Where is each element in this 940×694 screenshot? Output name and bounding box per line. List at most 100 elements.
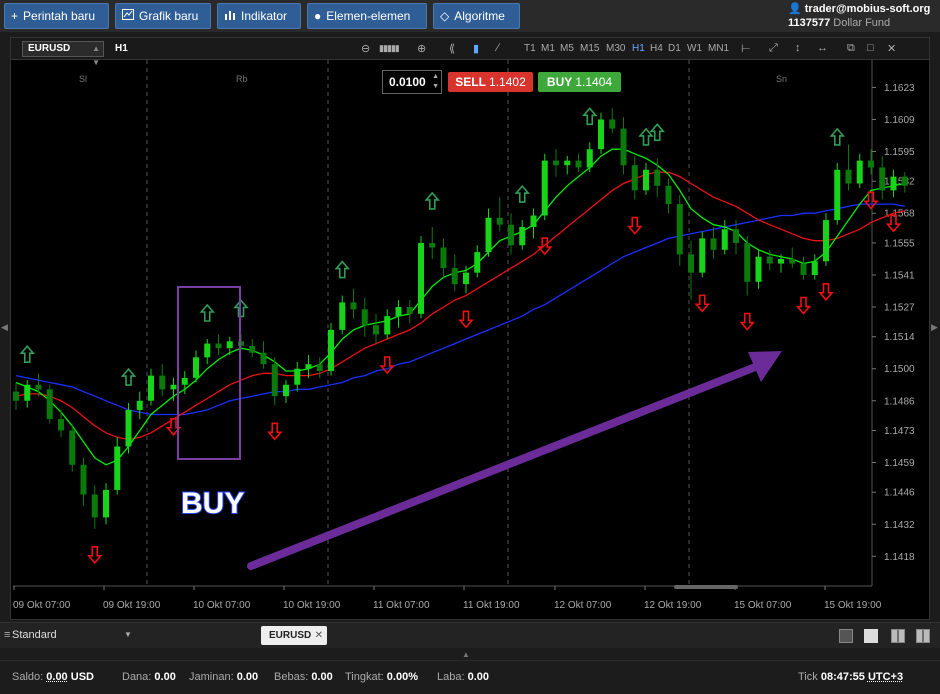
y-tick-label: 1.1432: [884, 520, 915, 531]
chart-toolbar: EURUSD ▲ ▼ H1 ⊖ ▮▮▮▮▮ ⊕ ⟪ ▮ ∕ T1 M1 M5 M15 M3…: [11, 38, 929, 67]
close-icon[interactable]: ✕: [887, 42, 896, 55]
y-tick-label: 1.1582: [884, 177, 915, 188]
buy-button[interactable]: BUY 1.1404: [538, 72, 621, 92]
layout-columns-icon[interactable]: [891, 629, 905, 643]
timeframe-d1[interactable]: D1: [668, 43, 681, 54]
account-info[interactable]: 👤 trader@mobius-soft.org 1137577 Dollar …: [788, 2, 934, 29]
buy-annotation-text: BUY: [181, 487, 244, 520]
candle-body: [890, 176, 897, 191]
timeframe-t1[interactable]: T1: [524, 43, 536, 54]
timeframe-m15[interactable]: M15: [580, 43, 599, 54]
layout-grid-icon[interactable]: [864, 629, 878, 643]
x-tick-label: 11 Okt 07:00: [373, 600, 430, 611]
symbol-value: EURUSD: [28, 43, 71, 54]
panel-collapse-icon[interactable]: ▲: [462, 650, 476, 659]
sell-button[interactable]: SELL 1.1402: [448, 72, 533, 92]
new-order-label: Perintah baru: [23, 9, 96, 23]
detach-icon[interactable]: ⧉: [847, 42, 855, 55]
candle-body: [665, 185, 672, 205]
candle-body: [879, 167, 886, 191]
x-tick-label: 10 Okt 07:00: [193, 600, 251, 611]
timeframe-w1[interactable]: W1: [687, 43, 702, 54]
candle-body: [429, 242, 436, 248]
candle-body: [271, 364, 278, 397]
day-label: Sn: [776, 74, 787, 84]
candle-body: [463, 272, 469, 285]
elements-label: Elemen-elemen: [326, 9, 411, 23]
elements-button[interactable]: ● Elemen-elemen: [307, 3, 427, 29]
horizontal-resize-icon[interactable]: ↔: [817, 42, 828, 54]
bar-type-icon[interactable]: ⟪: [449, 42, 455, 55]
candle-body: [530, 215, 537, 227]
candle-body: [744, 242, 751, 282]
zoom-out-icon[interactable]: ⊖: [361, 42, 370, 55]
menu-icon[interactable]: ≡: [4, 629, 10, 641]
timeframe-h1[interactable]: H1: [632, 43, 645, 54]
line-type-icon[interactable]: ∕: [497, 42, 499, 54]
buy-signal-arrow: [334, 260, 350, 279]
y-tick-label: 1.1514: [884, 332, 915, 343]
algorithm-button[interactable]: ◇ Algoritme: [433, 3, 520, 29]
vline-tool-icon[interactable]: ↕: [795, 42, 801, 54]
y-tick-label: 1.1568: [884, 209, 915, 220]
timeframe-h4[interactable]: H4: [650, 43, 663, 54]
candle-body: [519, 226, 526, 246]
tingkat-value: 0.00%: [386, 671, 418, 683]
zoom-slider-icon[interactable]: ▮▮▮▮▮: [379, 43, 400, 54]
user-icon: 👤: [788, 3, 802, 15]
buy-label: BUY: [546, 75, 573, 89]
indicator-button[interactable]: Indikator: [217, 3, 301, 29]
tab-close-icon[interactable]: ✕: [315, 626, 323, 645]
saldo-currency: USD: [70, 671, 94, 683]
x-tick-label: 09 Okt 19:00: [103, 600, 161, 611]
candle-body: [901, 176, 908, 186]
buy-signal-arrow: [120, 367, 137, 386]
diamond-icon: ◇: [440, 9, 450, 23]
hline-tool-icon[interactable]: ⊢: [741, 42, 751, 55]
chevron-down-icon[interactable]: ▼: [124, 630, 132, 639]
layout-single-icon[interactable]: [839, 629, 853, 643]
candle-body: [721, 229, 728, 250]
candle-body: [856, 160, 863, 184]
chart-scrollbar-thumb[interactable]: [674, 585, 738, 589]
candle-body: [811, 261, 818, 275]
layout-rows-icon[interactable]: [916, 629, 930, 643]
zoom-in-icon[interactable]: ⊕: [417, 42, 426, 55]
buy-signal-arrow: [199, 303, 215, 322]
candle-type-icon[interactable]: ▮: [473, 42, 479, 55]
x-tick-label: 09 Okt 07:00: [13, 600, 71, 611]
symbol-selector[interactable]: EURUSD ▲ ▼: [22, 41, 104, 67]
buy-signal-arrow: [582, 107, 598, 126]
chart-window: Sl Rb Sn 1.1623 1.1609 1.1595 1.1582 1.1568 1.15…: [10, 37, 930, 620]
timeframe-m30[interactable]: M30: [606, 43, 625, 54]
timeframe-mn1[interactable]: MN1: [708, 43, 729, 54]
sell-signal-arrow: [739, 312, 755, 331]
buy-signal-arrow: [649, 123, 665, 142]
maximize-icon[interactable]: □: [867, 42, 874, 54]
candle-body: [328, 329, 334, 372]
candle-body: [373, 325, 379, 335]
chart-tab-eurusd[interactable]: EURUSD ✕: [261, 626, 327, 645]
candle-body: [361, 309, 368, 326]
right-panel-handle-icon[interactable]: ▶: [931, 322, 938, 333]
template-selector[interactable]: Standard: [12, 629, 57, 641]
timezone-selector[interactable]: UTC+3: [868, 671, 903, 683]
account-number: 1137577: [788, 17, 831, 29]
timeframe-m1[interactable]: M1: [541, 43, 555, 54]
trendline-tool-icon[interactable]: ⤢: [769, 42, 778, 55]
candle-body: [350, 302, 357, 310]
dana-item: Dana: 0.00: [122, 671, 176, 683]
chart-icon: [122, 9, 134, 23]
account-fund-name: Dollar Fund: [833, 17, 891, 29]
account-email: trader@mobius-soft.org: [804, 3, 931, 15]
lot-spinner-icon[interactable]: ▲ ▼: [432, 72, 439, 92]
timeframe-m5[interactable]: M5: [560, 43, 574, 54]
main-toolbar: + Perintah baru Grafik baru Indikator ● …: [0, 0, 940, 32]
new-chart-button[interactable]: Grafik baru: [115, 3, 211, 29]
lot-size-input[interactable]: 0.0100 ▲ ▼: [382, 70, 442, 94]
left-panel-handle-icon[interactable]: ◀: [1, 322, 8, 333]
new-order-button[interactable]: + Perintah baru: [4, 3, 109, 29]
sell-label: SELL: [455, 75, 486, 89]
x-tick-label: 10 Okt 19:00: [283, 600, 341, 611]
chart-canvas[interactable]: Sl Rb Sn 1.1623 1.1609 1.1595 1.1582 1.1568 1.15…: [11, 38, 929, 619]
